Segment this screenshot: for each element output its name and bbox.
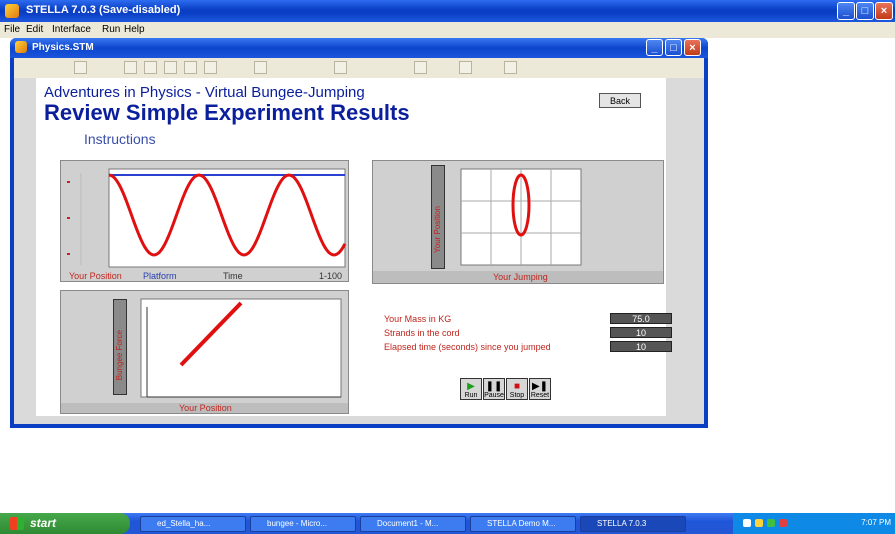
model-toolbar [14,58,704,78]
force-position-graph: Bungee Force Your Position [60,290,349,414]
legend-platform: Platform [143,271,177,281]
reset-button[interactable]: ▶❚ Reset [529,378,551,400]
app-titlebar: STELLA 7.0.3 (Save-disabled) _ □ × [0,0,895,22]
jumping-plot [460,168,582,266]
model-close-button[interactable]: × [684,39,701,56]
toolbar-tool-icon[interactable] [124,61,137,74]
run-button[interactable]: ▶ Run [460,378,482,400]
position-time-plot [67,168,347,268]
menu-run[interactable]: Run [102,24,120,35]
reset-icon: ▶❚ [531,381,549,392]
toolbar-tool-icon[interactable] [74,61,87,74]
menu-file[interactable]: File [4,24,20,35]
model-minimize-button[interactable]: _ [646,39,663,56]
taskbar-item[interactable]: ed_Stella_ha... [140,516,246,532]
start-button[interactable]: start [0,513,130,534]
toolbar-tool-icon[interactable] [164,61,177,74]
minimize-button[interactable]: _ [837,2,855,20]
tray-icon[interactable] [755,519,763,527]
tray-icon[interactable] [779,519,787,527]
menubar: File Edit Interface Run Help [0,22,895,38]
instructions-link[interactable]: Instructions [84,131,156,147]
page-subtitle: Adventures in Physics - Virtual Bungee-J… [44,84,365,101]
jumping-graph: Your Position Your Jumping [372,160,664,284]
model-window-titlebar: Physics.STM _ □ × [10,38,708,58]
stat-strands-label: Strands in the cord [384,328,460,338]
menu-interface[interactable]: Interface [52,24,91,35]
taskbar-item-active[interactable]: STELLA 7.0.3 [580,516,686,532]
hand-tool-icon[interactable] [459,61,472,74]
model-icon [15,41,27,53]
stat-strands-value: 10 [610,327,672,338]
stat-mass-label: Your Mass in KG [384,314,452,324]
stat-elapsed-label: Elapsed time (seconds) since you jumped [384,342,551,352]
page-title: Review Simple Experiment Results [44,100,410,125]
legend-your-position: Your Position [69,271,122,281]
toolbar-tool-icon[interactable] [204,61,217,74]
stop-icon: ■ [513,381,521,392]
taskbar-item[interactable]: bungee - Micro... [250,516,356,532]
model-maximize-button[interactable]: □ [665,39,682,56]
play-icon: ▶ [467,381,475,392]
tray-clock: 7:07 PM [861,518,891,527]
graph2-footer: Your Jumping [373,271,663,283]
taskbar-item[interactable]: STELLA Demo M... [470,516,576,532]
stop-button[interactable]: ■ Stop [506,378,528,400]
close-button[interactable]: × [875,2,893,20]
force-position-plot [140,298,342,398]
toolbar-tool-icon[interactable] [414,61,427,74]
system-tray: 7:07 PM [733,513,895,534]
stat-mass-value: 75.0 [610,313,672,324]
toolbar-tool-icon[interactable] [334,61,347,74]
app-title: STELLA 7.0.3 (Save-disabled) [26,4,181,16]
toolbar-tool-icon[interactable] [144,61,157,74]
tray-icon[interactable] [743,519,751,527]
pause-button[interactable]: ❚❚ Pause [483,378,505,400]
stella-app-icon [5,4,19,18]
taskbar-item[interactable]: Document1 - M... [360,516,466,532]
menu-help[interactable]: Help [124,24,145,35]
toolbar-tool-icon[interactable] [184,61,197,74]
graph3-footer-label: Your Position [179,403,232,413]
menu-edit[interactable]: Edit [26,24,43,35]
legend-time: Time [223,271,243,281]
graph3-footer: Your Position [61,403,348,413]
toolbar-tool-icon[interactable] [504,61,517,74]
back-button[interactable]: Back [599,93,641,108]
stat-elapsed-value: 10 [610,341,672,352]
legend-range: 1-100 [319,271,343,281]
start-label: start [30,516,57,530]
position-time-graph: Your Position Platform Time 1-100 [60,160,349,282]
pause-icon: ❚❚ [485,381,503,392]
model-window-title: Physics.STM [32,42,94,53]
tray-icon[interactable] [767,519,775,527]
windows-logo-icon [10,517,24,530]
toolbar-tool-icon[interactable] [254,61,267,74]
graph2-footer-label: Your Jumping [493,272,548,282]
graph1-legend: Your Position Platform Time 1-100 [63,271,347,281]
maximize-button[interactable]: □ [856,2,874,20]
